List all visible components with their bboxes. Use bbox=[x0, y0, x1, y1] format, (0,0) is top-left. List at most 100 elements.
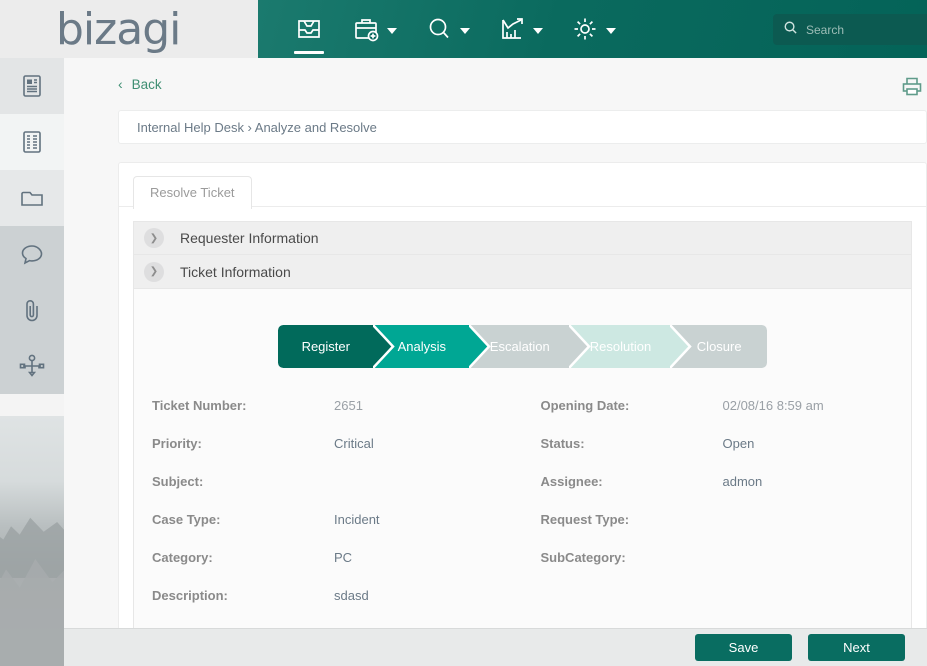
stepper-arrow-icon bbox=[468, 325, 491, 368]
field-row: Subject: Assignee: admon bbox=[134, 474, 911, 512]
field-row: Case Type: Incident Request Type: bbox=[134, 512, 911, 550]
ticket-fields: Ticket Number: 2651 Opening Date: 02/08/16 … bbox=[134, 398, 911, 632]
global-search-box[interactable] bbox=[773, 14, 927, 45]
search-icon bbox=[783, 20, 798, 40]
section-title: Requester Information bbox=[180, 230, 319, 246]
main-inner: ‹ Back Internal Help Desk › Analyze and … bbox=[92, 58, 927, 666]
field-label: Ticket Number: bbox=[152, 398, 247, 413]
chevron-down-icon: ❯ bbox=[144, 261, 164, 282]
field-cell-left: Subject: bbox=[134, 474, 523, 512]
stepper-step-register[interactable]: Register bbox=[277, 325, 395, 368]
logo-zone: bizagi bbox=[0, 0, 258, 58]
field-row: Ticket Number: 2651 Opening Date: 02/08/16 … bbox=[134, 398, 911, 436]
search-icon bbox=[425, 15, 453, 43]
stepper-step-label: Resolution bbox=[589, 339, 652, 354]
field-cell-left: Description: sdasd bbox=[134, 588, 523, 626]
printer-icon bbox=[901, 77, 923, 100]
stepper-step-label: Analysis bbox=[397, 339, 446, 354]
tab-resolve-ticket[interactable]: Resolve Ticket bbox=[133, 176, 252, 209]
field-label: Case Type: bbox=[152, 512, 221, 527]
field-value: Open bbox=[722, 436, 755, 451]
print-button[interactable] bbox=[901, 76, 923, 101]
sidebar-item-news[interactable] bbox=[0, 58, 64, 114]
search-input[interactable] bbox=[806, 22, 916, 37]
application-window: bizagi Search ‹ Back Internal Help Desk … bbox=[0, 0, 927, 666]
field-cell-right: SubCategory: bbox=[523, 550, 912, 588]
chevron-down-icon bbox=[533, 28, 543, 34]
next-button[interactable]: Next bbox=[808, 634, 905, 661]
field-value: Incident bbox=[334, 512, 380, 527]
bizagi-logo: bizagi bbox=[56, 3, 181, 55]
nav-item-inbox[interactable] bbox=[288, 0, 330, 58]
new-case-icon bbox=[352, 15, 380, 43]
left-sidebar: › bbox=[0, 58, 64, 666]
field-row: Priority: Critical Status: Open bbox=[134, 436, 911, 474]
section-ticket-information[interactable]: ❯ Ticket Information bbox=[133, 255, 912, 289]
paperclip-icon bbox=[21, 297, 43, 323]
nav-item-admin[interactable] bbox=[565, 0, 622, 58]
field-label: Priority: bbox=[152, 436, 202, 451]
field-value: admon bbox=[722, 474, 763, 489]
field-cell-right: Assignee: admon bbox=[523, 474, 912, 512]
field-cell-left: Category: PC bbox=[134, 550, 523, 588]
form-icon bbox=[20, 129, 44, 155]
field-label: Description: bbox=[152, 588, 228, 603]
section-requester-information[interactable]: ❯ Requester Information bbox=[133, 221, 912, 255]
nav-item-search[interactable] bbox=[419, 0, 476, 58]
sidebar-item-documents[interactable] bbox=[0, 170, 64, 226]
analytics-icon bbox=[498, 15, 526, 43]
stepper-arrow-icon bbox=[372, 325, 395, 368]
field-cell-right: Opening Date: 02/08/16 8:59 am bbox=[523, 398, 912, 436]
field-value: 02/08/16 8:59 am bbox=[722, 398, 824, 413]
field-row: Category: PC SubCategory: bbox=[134, 550, 911, 588]
stepper-arrow-icon bbox=[670, 325, 692, 368]
action-bar: Save Next bbox=[64, 628, 927, 666]
field-label bbox=[523, 588, 723, 626]
field-cell-left: Ticket Number: 2651 bbox=[134, 398, 523, 436]
field-value: Critical bbox=[334, 436, 374, 451]
top-nav-bar bbox=[258, 0, 927, 58]
field-value: PC bbox=[334, 550, 353, 565]
process-stepper: Register Analysis Escalation Resolution Clos… bbox=[134, 325, 911, 368]
main-content: ‹ Back Internal Help Desk › Analyze and … bbox=[64, 58, 927, 666]
top-bar: bizagi bbox=[0, 0, 927, 58]
stepper-arrow-icon bbox=[568, 325, 591, 368]
sidebar-item-process[interactable] bbox=[0, 338, 64, 394]
field-label: Request Type: bbox=[540, 512, 630, 527]
chevron-down-icon bbox=[387, 28, 397, 34]
tab-strip: Resolve Ticket bbox=[119, 163, 926, 209]
nav-icon-group bbox=[288, 0, 638, 58]
section-title: Ticket Information bbox=[180, 263, 291, 280]
folder-icon bbox=[19, 186, 45, 210]
field-value: 2651 bbox=[334, 398, 363, 413]
sidebar-background-photo bbox=[0, 416, 64, 666]
field-value: sdasd bbox=[334, 588, 369, 603]
sidebar-item-attachments[interactable] bbox=[0, 282, 64, 338]
news-icon bbox=[20, 73, 44, 99]
chevron-down-icon bbox=[460, 28, 470, 34]
field-label: Opening Date: bbox=[540, 398, 630, 413]
field-cell-right: Request Type: bbox=[523, 512, 912, 550]
stepper-step-label: Escalation bbox=[489, 339, 550, 354]
nav-item-new-case[interactable] bbox=[346, 0, 403, 58]
back-label: Back bbox=[131, 76, 162, 92]
back-button[interactable]: ‹ Back bbox=[118, 76, 162, 92]
stepper-track: Register Analysis Escalation Resolution Clos… bbox=[277, 325, 768, 368]
field-label: Status: bbox=[540, 436, 585, 451]
nav-item-analytics[interactable] bbox=[492, 0, 549, 58]
comment-icon bbox=[19, 242, 45, 266]
accordion: ❯ Requester Information ❯ Ticket Informa… bbox=[133, 221, 912, 645]
stepper-step-label: Register bbox=[301, 339, 350, 354]
field-cell-left: Case Type: Incident bbox=[134, 512, 523, 550]
save-button[interactable]: Save bbox=[695, 634, 792, 661]
sidebar-item-comments[interactable] bbox=[0, 226, 64, 282]
field-cell-left: Priority: Critical bbox=[134, 436, 523, 474]
field-row: Description: sdasd bbox=[134, 588, 911, 626]
sidebar-item-form[interactable] bbox=[0, 114, 64, 170]
field-label: SubCategory: bbox=[540, 550, 626, 565]
inbox-icon bbox=[294, 15, 324, 43]
field-cell-right bbox=[523, 588, 912, 626]
gear-icon bbox=[571, 15, 599, 43]
ticket-information-body: Register Analysis Escalation Resolution Clos… bbox=[133, 289, 912, 645]
field-label: Subject: bbox=[152, 474, 204, 489]
